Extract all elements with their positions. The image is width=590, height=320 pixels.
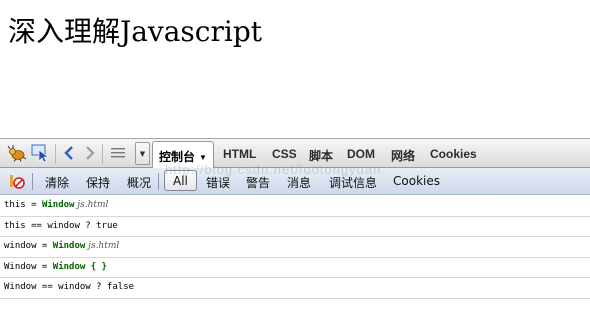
log-object-link[interactable]: Window [42,200,75,210]
log-object-link[interactable]: Window [53,241,86,251]
page-heading: 深入理解Javascript [8,15,262,48]
tab-console[interactable]: 控制台 ▼ [152,141,214,168]
console-log: this = Window js.html this == window ? t… [0,196,590,299]
log-row[interactable]: this = Window js.html [0,196,590,217]
log-text: Window == window ? false [4,282,135,292]
tab-script[interactable]: 脚本 [309,147,333,164]
error-breakpoint-icon[interactable] [7,171,27,191]
menu-lines-icon[interactable] [108,143,128,163]
console-toolbar: 清除 保持 概况 All 错误 警告 消息 调试信息 Cookies [0,168,590,195]
firebug-toolbar: ▼ 控制台 ▼ HTML CSS 脚本 DOM 网络 Cookies [0,138,590,168]
log-text: Window = [4,261,53,272]
log-text: window = [4,241,53,251]
dropdown-arrow-icon[interactable]: ▼ [135,142,150,165]
filter-info-button[interactable]: 消息 [287,174,311,191]
log-text: this = [4,200,42,210]
persist-button[interactable]: 保持 [86,174,110,191]
filter-debug-button[interactable]: 调试信息 [329,174,377,191]
toolbar-separator [32,173,33,190]
toolbar-separator [55,144,56,164]
firebug-bug-icon[interactable] [7,143,27,163]
chevron-down-icon: ▼ [199,153,207,162]
filter-all-button[interactable]: All [164,170,197,191]
tab-dom[interactable]: DOM [347,147,375,161]
log-text: this == window ? true [4,220,118,231]
log-row[interactable]: window = Window js.html [0,237,590,258]
tab-html[interactable]: HTML [223,147,256,161]
log-row[interactable]: Window = Window { } [0,258,590,278]
log-source: js.html [85,241,120,251]
filter-errors-button[interactable]: 错误 [206,174,230,191]
clear-button[interactable]: 清除 [45,174,69,191]
toolbar-separator [158,173,159,190]
tab-cookies[interactable]: Cookies [430,147,477,161]
inspect-cursor-icon[interactable] [31,143,51,163]
log-row[interactable]: Window == window ? false [0,278,590,299]
tab-css[interactable]: CSS [272,147,297,161]
filter-warnings-button[interactable]: 警告 [246,174,270,191]
back-chevron-icon[interactable] [59,143,79,163]
tab-net[interactable]: 网络 [391,147,415,164]
profile-button[interactable]: 概况 [127,174,151,191]
forward-chevron-icon[interactable] [80,143,100,163]
log-object-link[interactable]: Window { } [53,262,107,272]
filter-cookies-button[interactable]: Cookies [393,174,440,188]
log-source: js.html [74,200,109,210]
log-row[interactable]: this == window ? true [0,217,590,237]
toolbar-separator [102,144,103,164]
